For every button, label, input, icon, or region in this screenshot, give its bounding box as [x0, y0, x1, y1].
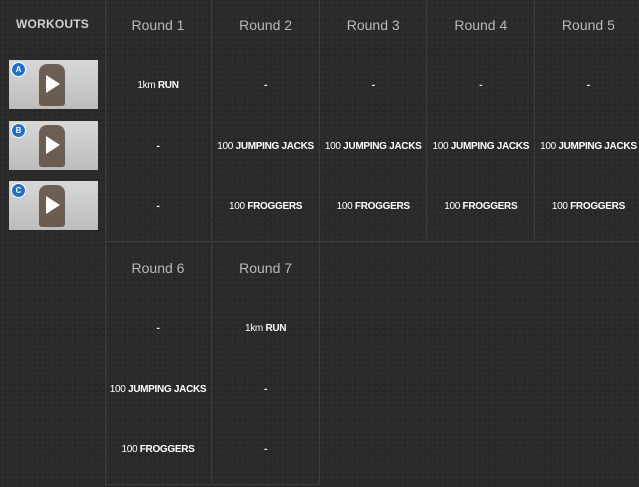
- round-cell: Round 5-100 JUMPING JACKS 100 FROGGERS: [535, 0, 639, 242]
- exercise-quantity: 100: [444, 201, 461, 212]
- exercise-quantity: 100: [217, 141, 234, 152]
- badge-c: C: [11, 183, 26, 198]
- round-cell: Round 2-100 JUMPING JACKS 100 FROGGERS: [212, 0, 320, 242]
- empty-exercise: -: [105, 201, 211, 212]
- exercise-item: 100 JUMPING JACKS: [535, 141, 639, 152]
- empty-exercise: -: [320, 80, 426, 91]
- badge-b: B: [11, 123, 26, 138]
- exercise-name: -: [479, 80, 483, 91]
- empty-exercise: -: [105, 323, 211, 334]
- exercise-quantity: 100: [229, 201, 245, 212]
- rounds-grid: Round 1 1km RUN - - Round 2 - 100 JUMPING JACK…: [105, 0, 639, 487]
- exercise-name: -: [586, 80, 590, 91]
- exercise-item: 100 JUMPING JACKS: [320, 141, 426, 152]
- exercise-quantity: 100: [324, 141, 341, 152]
- exercise-quantity: 100: [121, 444, 138, 455]
- exercise-name: -: [264, 444, 268, 455]
- exercise-name: FROGGERS: [247, 201, 303, 212]
- exercise-quantity: 100: [109, 384, 126, 395]
- empty-exercise: -: [213, 384, 319, 395]
- round-cell: Round 4-100 JUMPING JACKS 100 FROGGERS: [427, 0, 535, 242]
- empty-exercise: -: [535, 80, 639, 91]
- exercise-name: FROGGERS: [570, 201, 625, 212]
- empty-exercise: -: [105, 141, 211, 152]
- sidebar-title: WORKOUTS: [16, 17, 89, 31]
- exercise-name: -: [371, 80, 375, 91]
- exercise-item: 100 FROGGERS: [535, 201, 639, 212]
- video-thumbnail-a[interactable]: A: [9, 60, 98, 109]
- exercise-name: RUN: [157, 80, 179, 91]
- round-cell: Round 6-100 JUMPING JACKS 100 FROGGERS: [105, 243, 212, 485]
- exercise-quantity: 100: [540, 141, 556, 152]
- workouts-sidebar: WORKOUTS A B C: [0, 0, 106, 487]
- round-title: Round 3: [346, 17, 400, 33]
- play-icon[interactable]: [46, 75, 60, 93]
- round-title: Round 6: [131, 260, 185, 276]
- exercise-name: RUN: [265, 323, 287, 334]
- play-icon[interactable]: [46, 196, 60, 214]
- round-cell: Round 3-100 JUMPING JACKS 100 FROGGERS: [320, 0, 428, 242]
- exercise-name: FROGGERS: [462, 201, 518, 212]
- round-cell: Round 7 1km RUN - -: [212, 243, 320, 485]
- round-title: Round 2: [239, 17, 293, 33]
- video-thumbnail-b[interactable]: B: [9, 121, 98, 170]
- exercise-item: 100 JUMPING JACKS: [105, 384, 211, 395]
- play-icon[interactable]: [46, 136, 60, 154]
- exercise-name: JUMPING JACKS: [558, 141, 637, 152]
- exercise-item: 1km RUN: [213, 323, 319, 334]
- empty-exercise: -: [428, 80, 534, 91]
- exercise-name: JUMPING JACKS: [343, 141, 422, 152]
- exercise-item: 100 JUMPING JACKS: [428, 141, 534, 152]
- exercise-quantity: 1km: [244, 323, 263, 334]
- round-title: Round 4: [454, 17, 508, 33]
- exercise-name: -: [264, 384, 268, 395]
- exercise-quantity: 1km: [137, 80, 156, 91]
- exercise-quantity: 100: [551, 201, 568, 212]
- video-thumbnail-c[interactable]: C: [9, 181, 98, 230]
- exercise-name: -: [156, 323, 160, 334]
- exercise-name: FROGGERS: [139, 444, 195, 455]
- exercise-name: -: [156, 141, 160, 152]
- exercise-item: 100 FROGGERS: [428, 201, 534, 212]
- exercise-item: 1km RUN: [105, 80, 211, 91]
- exercise-name: JUMPING JACKS: [450, 141, 530, 152]
- exercise-item: 100 FROGGERS: [320, 201, 426, 212]
- exercise-name: JUMPING JACKS: [235, 141, 315, 152]
- badge-a: A: [11, 62, 26, 77]
- round-cell: Round 1 1km RUN - -: [105, 0, 212, 242]
- exercise-item: 100 FROGGERS: [213, 201, 319, 212]
- exercise-quantity: 100: [432, 141, 449, 152]
- empty-exercise: -: [213, 80, 319, 91]
- round-title: Round 5: [561, 17, 615, 33]
- exercise-name: -: [264, 80, 268, 91]
- exercise-name: JUMPING JACKS: [127, 384, 207, 395]
- empty-exercise: -: [213, 444, 319, 455]
- round-title: Round 1: [131, 17, 185, 33]
- exercise-quantity: 100: [336, 201, 353, 212]
- exercise-item: 100 FROGGERS: [105, 444, 211, 455]
- exercise-item: 100 JUMPING JACKS: [213, 141, 319, 152]
- round-title: Round 7: [239, 260, 293, 276]
- exercise-name: FROGGERS: [354, 201, 410, 212]
- exercise-name: -: [156, 201, 160, 212]
